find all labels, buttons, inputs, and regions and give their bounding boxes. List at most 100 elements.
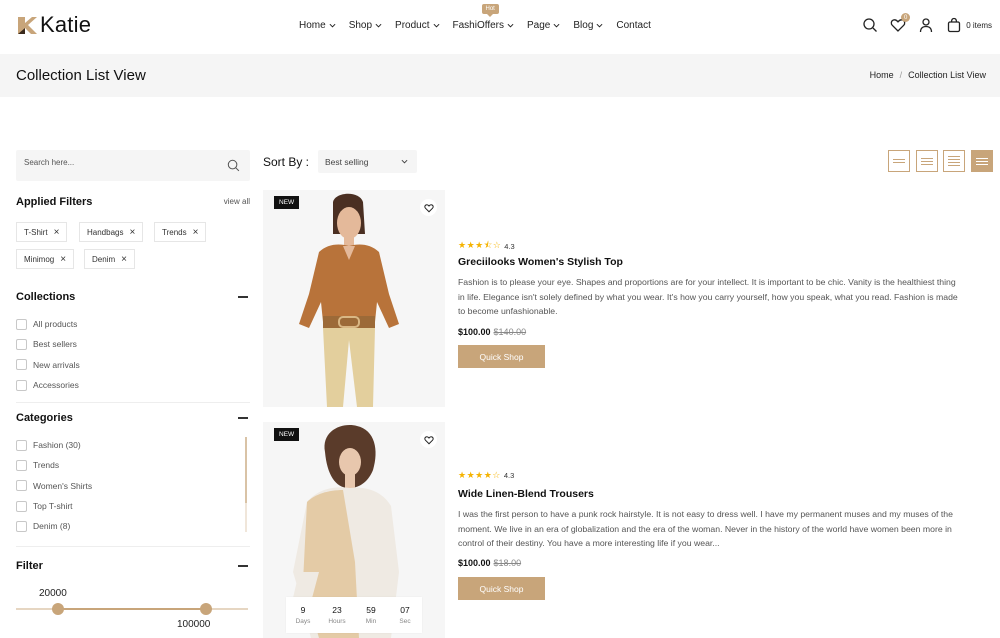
product-description: Fashion is to please your eye. Shapes an… (458, 277, 958, 317)
logo-text: Katie (40, 12, 92, 37)
checkbox[interactable] (16, 379, 27, 391)
layout-list-2-button[interactable] (916, 150, 938, 172)
rating-value: 4.3 (504, 241, 515, 251)
close-icon[interactable]: × (121, 254, 127, 265)
page-title-bar: Collection List View Home / Collection L… (0, 54, 1000, 97)
nav-item-page[interactable]: Page (527, 20, 560, 31)
option-label: Accessories (33, 380, 79, 391)
collection-option[interactable]: All products (16, 314, 80, 334)
user-icon[interactable] (918, 17, 934, 33)
filter-tag-label: Denim (92, 254, 116, 264)
category-option[interactable]: Top T-shirt (16, 496, 92, 516)
collapse-minus-icon[interactable] (238, 417, 248, 419)
checkbox[interactable] (16, 318, 27, 330)
countdown-days: 9 Days (286, 597, 320, 633)
layout-list-1-button[interactable] (888, 150, 910, 172)
product-title[interactable]: Wide Linen-Blend Trousers (458, 488, 594, 500)
sale-countdown: 9 Days 23 Hours 59 Min 07 Sec (286, 597, 422, 633)
categories-scrollbar-thumb[interactable] (245, 437, 247, 503)
category-option[interactable]: Fashion (30) (16, 435, 92, 455)
close-icon[interactable]: × (193, 227, 199, 238)
category-option[interactable]: Women's Shirts (16, 476, 92, 496)
category-option[interactable]: Denim (8) (16, 516, 92, 536)
heart-icon (423, 435, 434, 444)
line (893, 159, 905, 160)
price: $100.00 (458, 327, 491, 337)
filter-tag[interactable]: Handbags × (79, 222, 144, 242)
price-row: $100.00 $18.00 (458, 558, 521, 568)
collection-option[interactable]: Best sellers (16, 334, 80, 354)
product-title[interactable]: Greciilooks Women's Stylish Top (458, 256, 623, 268)
wishlist-button[interactable]: 0 (890, 13, 911, 33)
nav-item-product[interactable]: Product (395, 20, 439, 31)
wishlist-toggle[interactable] (420, 199, 437, 216)
applied-filters-title: Applied Filters (16, 196, 93, 208)
nav-item-shop[interactable]: Shop (349, 20, 382, 31)
nav-label: Blog (573, 20, 594, 31)
countdown-label: Days (295, 618, 311, 625)
price-row: $100.00 $140.00 (458, 327, 526, 337)
view-all-link[interactable]: view all (224, 197, 250, 206)
price-range-max-handle[interactable] (200, 603, 212, 615)
filter-tag-label: Minimog (24, 254, 55, 264)
category-option[interactable]: Trends (16, 455, 92, 475)
nav-label: Page (527, 20, 551, 31)
breadcrumb: Home / Collection List View (870, 70, 986, 80)
checkbox[interactable] (16, 359, 27, 371)
checkbox[interactable] (16, 520, 27, 532)
search-icon[interactable] (227, 159, 240, 172)
wishlist-toggle[interactable] (420, 431, 437, 448)
search-input[interactable] (24, 158, 214, 167)
site-header: Katie Home Shop Product Hot FashiOffers … (0, 0, 1000, 54)
price-range-min-handle[interactable] (52, 603, 64, 615)
chevron-down-icon (375, 23, 382, 28)
nav-item-home[interactable]: Home (299, 20, 336, 31)
countdown-hours: 23 Hours (320, 597, 354, 633)
close-icon[interactable]: × (54, 227, 60, 238)
search-icon[interactable] (862, 17, 878, 33)
filter-tag[interactable]: Trends × (154, 222, 207, 242)
sort-select[interactable]: Best selling (318, 150, 417, 173)
collection-option[interactable]: New arrivals (16, 355, 80, 375)
line (976, 163, 988, 165)
collapse-minus-icon[interactable] (238, 296, 248, 298)
nav-item-contact[interactable]: Contact (616, 20, 650, 31)
filter-tag[interactable]: T-Shirt × (16, 222, 68, 242)
product-image[interactable]: NEW (263, 190, 445, 407)
collection-option[interactable]: Accessories (16, 375, 80, 395)
price-max-label: 100000 (177, 619, 211, 630)
checkbox[interactable] (16, 480, 27, 492)
checkbox[interactable] (16, 439, 27, 451)
cart-count-text[interactable]: 0 items (966, 21, 992, 30)
collections-title: Collections (16, 291, 76, 303)
wishlist-count-badge: 0 (901, 13, 911, 22)
bag-icon[interactable] (946, 17, 962, 33)
layout-list-view-button[interactable] (971, 150, 993, 172)
nav-label: Home (299, 20, 326, 31)
collapse-minus-icon[interactable] (238, 565, 248, 567)
logo[interactable]: Katie (16, 12, 91, 38)
sort-value: Best selling (325, 156, 369, 167)
line (921, 160, 933, 162)
checkbox[interactable] (16, 500, 27, 512)
nav-item-blog[interactable]: Blog (573, 20, 603, 31)
nav-item-fashioffers[interactable]: Hot FashiOffers (453, 4, 515, 31)
checkbox[interactable] (16, 338, 27, 350)
breadcrumb-home-link[interactable]: Home (870, 70, 894, 80)
option-label: New arrivals (33, 359, 80, 370)
categories-title: Categories (16, 412, 73, 424)
countdown-label: Sec (399, 618, 411, 625)
product-photo-woman-top (263, 190, 445, 407)
layout-list-3-button[interactable] (943, 150, 965, 172)
filter-tag[interactable]: Minimog × (16, 249, 75, 269)
countdown-value: 59 (366, 605, 376, 615)
filter-tag[interactable]: Denim × (84, 249, 135, 269)
chevron-down-icon (553, 23, 560, 28)
quick-shop-button[interactable]: Quick Shop (458, 345, 545, 368)
close-icon[interactable]: × (129, 227, 135, 238)
checkbox[interactable] (16, 459, 27, 471)
option-label: Top T-shirt (33, 501, 73, 512)
nav-label: Contact (616, 20, 651, 31)
quick-shop-button[interactable]: Quick Shop (458, 577, 545, 600)
close-icon[interactable]: × (60, 254, 66, 265)
